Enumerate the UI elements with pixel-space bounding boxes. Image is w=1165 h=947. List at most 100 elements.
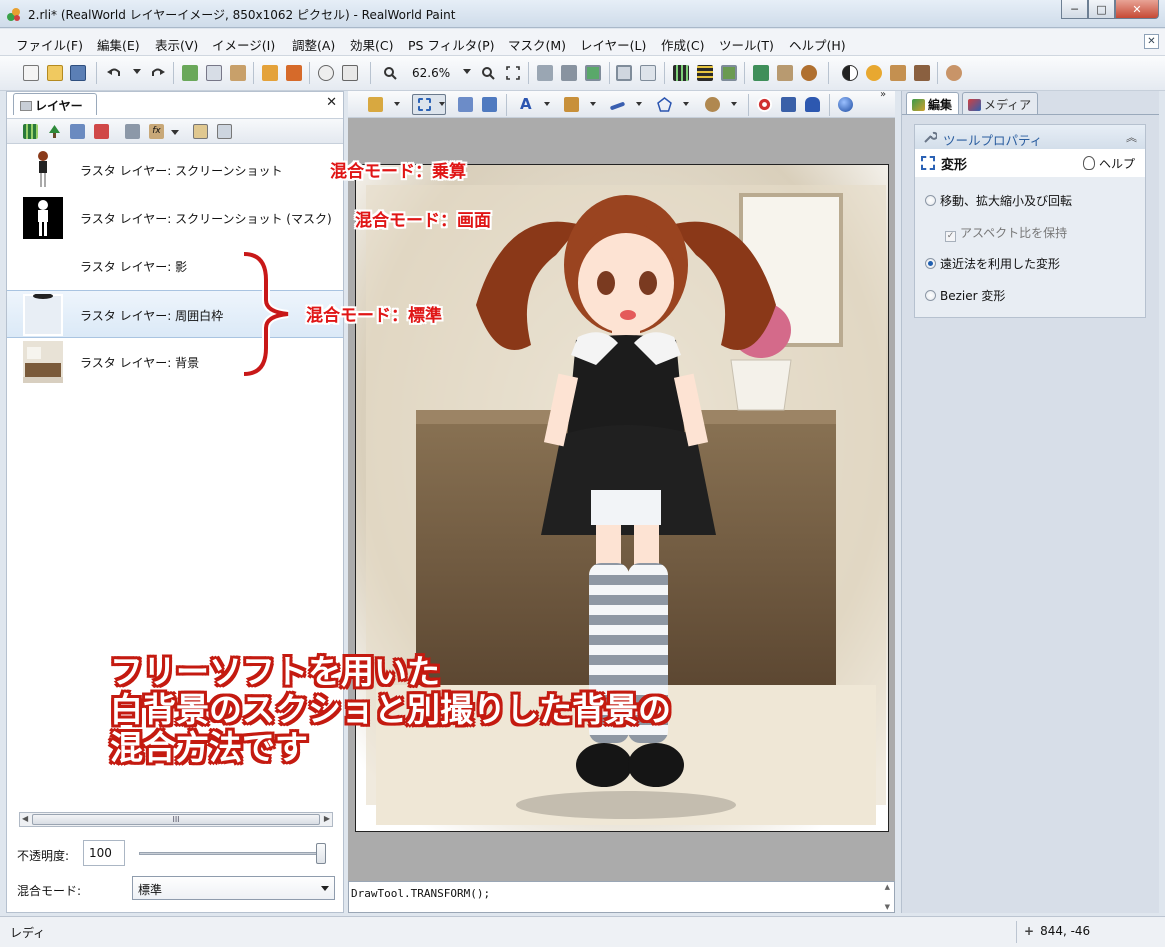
delete-layer-icon[interactable] bbox=[94, 124, 109, 139]
scroll-right-icon[interactable]: ▶ bbox=[324, 814, 330, 823]
layer-paste-icon[interactable] bbox=[286, 65, 302, 81]
mdi-close-button[interactable]: ✕ bbox=[1144, 34, 1159, 49]
next-layer-icon[interactable] bbox=[640, 65, 656, 81]
layers-hscrollbar[interactable]: ◀ III ▶ bbox=[19, 812, 333, 827]
paintbrush-icon[interactable] bbox=[564, 97, 579, 112]
menu-image[interactable]: イメージ(I) bbox=[212, 35, 275, 54]
paintbrush-dropdown-icon[interactable] bbox=[590, 102, 596, 106]
text-dropdown-icon[interactable] bbox=[544, 102, 550, 106]
tab-edit[interactable]: 編集 bbox=[906, 92, 960, 114]
blend-mode-select[interactable]: 標準 bbox=[132, 876, 335, 900]
shape-icon[interactable] bbox=[890, 65, 906, 81]
opacity-slider-thumb[interactable] bbox=[316, 843, 326, 864]
collapse-icon[interactable]: ︽ bbox=[1126, 129, 1137, 145]
layer-effects-dropdown-icon[interactable] bbox=[171, 130, 179, 135]
layer-row[interactable]: ラスタ レイヤー: スクリーンショット bbox=[7, 146, 343, 194]
polygon-icon[interactable] bbox=[657, 97, 672, 112]
menu-mask[interactable]: マスク(M) bbox=[508, 35, 566, 54]
transform-dropdown-icon[interactable] bbox=[439, 102, 445, 106]
plugin-icon[interactable] bbox=[801, 65, 817, 81]
menu-file[interactable]: ファイル(F) bbox=[16, 35, 83, 54]
menu-view[interactable]: 表示(V) bbox=[155, 35, 198, 54]
image-canvas[interactable] bbox=[355, 164, 889, 832]
new-layer-icon[interactable] bbox=[23, 124, 38, 139]
option-perspective[interactable]: 遠近法を利用した変形 bbox=[925, 255, 1060, 272]
tab-layers[interactable]: レイヤー bbox=[13, 93, 97, 115]
scissors-icon[interactable] bbox=[458, 97, 473, 112]
menu-ps-filter[interactable]: PS フィルタ(P) bbox=[408, 35, 495, 54]
fill-bucket-icon[interactable] bbox=[705, 97, 720, 112]
moon-icon[interactable] bbox=[866, 65, 882, 81]
text-tool-icon[interactable]: A bbox=[520, 97, 535, 112]
copy-icon[interactable] bbox=[206, 65, 222, 81]
zoom-out-icon[interactable] bbox=[382, 65, 398, 81]
image-view-icon[interactable] bbox=[721, 65, 737, 81]
menu-adjust[interactable]: 調整(A) bbox=[292, 35, 335, 54]
close-button[interactable]: ✕ bbox=[1115, 0, 1159, 19]
minimize-button[interactable]: ─ bbox=[1061, 0, 1088, 19]
radio-button[interactable] bbox=[925, 195, 936, 206]
merge-layer-icon[interactable] bbox=[125, 124, 140, 139]
zoom-in-icon[interactable] bbox=[480, 65, 496, 81]
user-icon[interactable] bbox=[946, 65, 962, 81]
open-folder-icon[interactable] bbox=[47, 65, 63, 81]
radio-button-selected[interactable] bbox=[925, 258, 936, 269]
layer-active-icon[interactable] bbox=[585, 65, 601, 81]
opacity-input[interactable]: 100 bbox=[83, 840, 125, 866]
layer-row[interactable]: ラスタ レイヤー: スクリーンショット (マスク) bbox=[7, 194, 343, 242]
menu-edit[interactable]: 編集(E) bbox=[97, 35, 140, 54]
polygon-dropdown-icon[interactable] bbox=[683, 102, 689, 106]
layer-effects-icon[interactable]: fx bbox=[149, 124, 164, 139]
menu-layer[interactable]: レイヤー(L) bbox=[580, 35, 646, 54]
grid-icon[interactable] bbox=[673, 65, 689, 81]
scroll-thumb[interactable]: III bbox=[32, 814, 320, 825]
script-scroll-down-icon[interactable]: ▼ bbox=[885, 903, 890, 911]
globe-icon[interactable] bbox=[838, 97, 853, 112]
new-file-icon[interactable] bbox=[23, 65, 39, 81]
paste-icon[interactable] bbox=[230, 65, 246, 81]
layers-view-icon[interactable] bbox=[616, 65, 632, 81]
lasso-icon[interactable] bbox=[482, 97, 497, 112]
line-dropdown-icon[interactable] bbox=[636, 102, 642, 106]
fit-window-icon[interactable] bbox=[505, 65, 521, 81]
option-bezier[interactable]: Bezier 変形 bbox=[925, 287, 1005, 304]
line-tool-icon[interactable] bbox=[609, 101, 626, 111]
contrast-icon[interactable] bbox=[842, 65, 858, 81]
red-eye-icon[interactable] bbox=[757, 97, 772, 112]
undo-dropdown-icon[interactable] bbox=[133, 69, 141, 74]
layer-stack-icon[interactable] bbox=[217, 124, 232, 139]
fill-dropdown-icon[interactable] bbox=[731, 102, 737, 106]
maximize-button[interactable]: □ bbox=[1088, 0, 1115, 19]
layers-panel-close-icon[interactable]: ✕ bbox=[326, 95, 337, 110]
menu-tools[interactable]: ツール(T) bbox=[719, 35, 774, 54]
tree-icon[interactable] bbox=[47, 124, 62, 139]
zoom-level[interactable]: 62.6% bbox=[412, 66, 450, 80]
toolbar-overflow-icon[interactable]: » bbox=[880, 89, 886, 100]
radio-button[interactable] bbox=[925, 290, 936, 301]
layer-copy-icon[interactable] bbox=[262, 65, 278, 81]
undo-icon[interactable] bbox=[106, 65, 122, 81]
magic-wand-icon[interactable] bbox=[368, 97, 383, 112]
scroll-left-icon[interactable]: ◀ bbox=[22, 814, 28, 823]
pointer-help-icon[interactable] bbox=[342, 65, 358, 81]
save-icon[interactable] bbox=[70, 65, 86, 81]
tool-properties-header[interactable]: ツールプロパティ ︽ bbox=[915, 125, 1145, 149]
brush-icon[interactable] bbox=[914, 65, 930, 81]
canvas-icon[interactable] bbox=[753, 65, 769, 81]
opacity-slider-track[interactable] bbox=[139, 852, 325, 855]
duplicate-layer-icon[interactable] bbox=[193, 124, 208, 139]
script-scroll-up-icon[interactable]: ▲ bbox=[885, 883, 890, 891]
menu-help[interactable]: ヘルプ(H) bbox=[789, 35, 846, 54]
ruler-icon[interactable] bbox=[777, 65, 793, 81]
redo-icon[interactable] bbox=[150, 65, 166, 81]
clone-stamp-icon[interactable] bbox=[781, 97, 796, 112]
pan-hand-icon[interactable] bbox=[805, 97, 820, 112]
script-console[interactable]: DrawTool.TRANSFORM(); ▲ ▼ bbox=[348, 881, 895, 913]
grid-fine-icon[interactable] bbox=[697, 65, 713, 81]
zoom-dropdown-icon[interactable] bbox=[463, 69, 471, 74]
layer-properties-icon[interactable] bbox=[70, 124, 85, 139]
menu-effects[interactable]: 効果(C) bbox=[350, 35, 393, 54]
layer-up-icon[interactable] bbox=[561, 65, 577, 81]
tab-media[interactable]: メディア bbox=[962, 92, 1039, 114]
magic-wand-dropdown-icon[interactable] bbox=[394, 102, 400, 106]
